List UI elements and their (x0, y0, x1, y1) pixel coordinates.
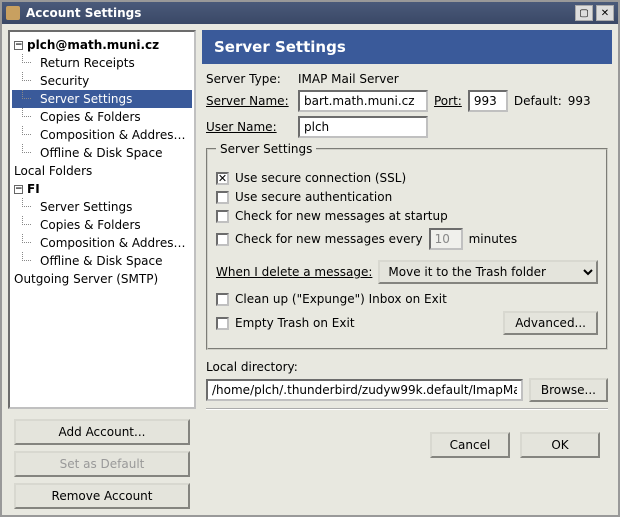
collapse-icon[interactable]: − (14, 185, 23, 194)
server-name-input[interactable] (298, 90, 428, 112)
tree-item-offline[interactable]: Offline & Disk Space (12, 252, 192, 270)
close-button[interactable]: ✕ (596, 5, 614, 21)
tree-smtp[interactable]: Outgoing Server (SMTP) (12, 270, 192, 288)
check-every-checkbox[interactable] (216, 233, 229, 246)
empty-trash-checkbox[interactable] (216, 317, 229, 330)
collapse-icon[interactable]: − (14, 41, 23, 50)
tree-item-server-settings[interactable]: Server Settings (12, 198, 192, 216)
secure-auth-label: Use secure authentication (235, 190, 392, 204)
panel-title: Server Settings (202, 30, 612, 64)
server-name-label: Server Name: (206, 94, 292, 108)
check-every-label: Check for new messages every (235, 232, 423, 246)
separator (206, 408, 608, 410)
app-icon (6, 6, 20, 20)
tree-item-offline[interactable]: Offline & Disk Space (12, 144, 192, 162)
fieldset-legend: Server Settings (216, 142, 316, 156)
server-settings-fieldset: Server Settings Use secure connection (S… (206, 142, 608, 350)
port-input[interactable] (468, 90, 508, 112)
account-tree[interactable]: −plch@math.muni.cz Return Receipts Secur… (8, 30, 196, 409)
tree-local-folders[interactable]: Local Folders (12, 162, 192, 180)
tree-item-copies-folders[interactable]: Copies & Folders (12, 216, 192, 234)
secure-auth-checkbox[interactable] (216, 191, 229, 204)
user-name-label: User Name: (206, 120, 292, 134)
account-settings-window: Account Settings ▢ ✕ −plch@math.muni.cz … (0, 0, 620, 517)
ssl-checkbox[interactable] (216, 172, 229, 185)
check-interval-input (429, 228, 463, 250)
tree-item-composition[interactable]: Composition & Addressi... (12, 126, 192, 144)
ok-button[interactable]: OK (520, 432, 600, 458)
server-type-value: IMAP Mail Server (298, 72, 399, 86)
default-label: Default: (514, 94, 562, 108)
tree-item-server-settings[interactable]: Server Settings (12, 90, 192, 108)
server-type-label: Server Type: (206, 72, 292, 86)
expunge-checkbox[interactable] (216, 293, 229, 306)
empty-trash-label: Empty Trash on Exit (235, 316, 355, 330)
default-port-value: 993 (568, 94, 591, 108)
add-account-button[interactable]: Add Account... (14, 419, 190, 445)
delete-action-select[interactable]: Move it to the Trash folder (378, 260, 598, 284)
tree-item-copies-folders[interactable]: Copies & Folders (12, 108, 192, 126)
remove-account-button[interactable]: Remove Account (14, 483, 190, 509)
tree-account-fi[interactable]: −FI (12, 180, 192, 198)
set-default-button: Set as Default (14, 451, 190, 477)
local-dir-label: Local directory: (206, 360, 298, 374)
check-startup-label: Check for new messages at startup (235, 209, 448, 223)
tree-item-security[interactable]: Security (12, 72, 192, 90)
ssl-label: Use secure connection (SSL) (235, 171, 406, 185)
expunge-label: Clean up ("Expunge") Inbox on Exit (235, 292, 447, 306)
minutes-label: minutes (469, 232, 518, 246)
titlebar: Account Settings ▢ ✕ (2, 2, 618, 24)
user-name-input[interactable] (298, 116, 428, 138)
window-title: Account Settings (26, 6, 141, 20)
check-startup-checkbox[interactable] (216, 210, 229, 223)
tree-item-composition[interactable]: Composition & Addressi... (12, 234, 192, 252)
cancel-button[interactable]: Cancel (430, 432, 510, 458)
port-label: Port: (434, 94, 462, 108)
advanced-button[interactable]: Advanced... (503, 311, 598, 335)
tree-account-plch[interactable]: −plch@math.muni.cz (12, 36, 192, 54)
maximize-button[interactable]: ▢ (575, 5, 593, 21)
delete-label: When I delete a message: (216, 265, 372, 279)
tree-item-return-receipts[interactable]: Return Receipts (12, 54, 192, 72)
local-dir-input[interactable] (206, 379, 523, 401)
browse-button[interactable]: Browse... (529, 378, 608, 402)
